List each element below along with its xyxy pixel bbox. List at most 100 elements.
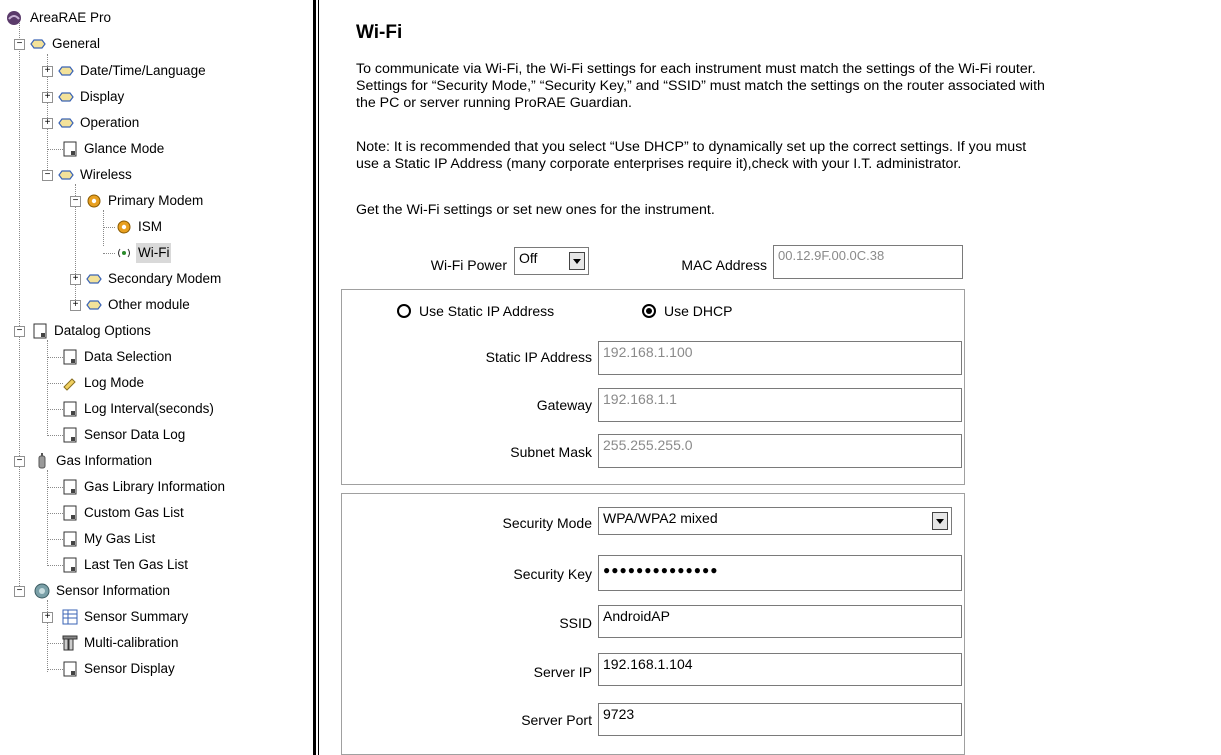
tree-item-sensor-data-log[interactable]: Sensor Data Log — [62, 425, 187, 445]
tree-item-sensor-information[interactable]: Sensor Information — [34, 581, 172, 601]
wifi-power-label: Wi-Fi Power — [430, 257, 507, 273]
document-icon — [63, 427, 77, 443]
mac-address-label: MAC Address — [681, 257, 767, 273]
gas-cylinder-icon — [38, 453, 46, 469]
tree-item-date-time-language[interactable]: Date/Time/Language — [58, 61, 208, 81]
chevron-down-icon[interactable] — [932, 512, 948, 530]
tree-label: Secondary Modem — [108, 271, 222, 286]
expander-secondary-modem[interactable]: + — [70, 274, 81, 285]
tree-label: Wi-Fi — [136, 243, 172, 263]
tree-item-my-gas-list[interactable]: My Gas List — [62, 529, 157, 549]
radio-label: Use Static IP Address — [419, 303, 555, 319]
tree-item-secondary-modem[interactable]: Secondary Modem — [86, 269, 223, 289]
tree-item-glance-mode[interactable]: Glance Mode — [62, 139, 166, 159]
static-ip-field: 192.168.1.100 — [598, 341, 962, 375]
tree-item-multi-calibration[interactable]: Multi-calibration — [62, 633, 181, 653]
text-line: Note: It is recommended that you select … — [356, 139, 1027, 155]
settings-tree: AreaRAE Pro − General + Date/Time/Langua… — [0, 0, 310, 755]
expander-operation[interactable]: + — [42, 118, 53, 129]
document-icon — [63, 661, 77, 677]
expander-sensor-summary[interactable]: + — [42, 612, 53, 623]
tree-label: Other module — [108, 297, 190, 312]
expander-wireless[interactable]: − — [42, 170, 53, 181]
radio-label: Use DHCP — [664, 303, 733, 319]
expander-datalog-options[interactable]: − — [14, 326, 25, 337]
tree-item-wifi[interactable]: Wi-Fi — [116, 243, 172, 263]
tree-item-wireless[interactable]: Wireless — [58, 165, 134, 185]
folder-icon — [86, 274, 102, 284]
tree-item-primary-modem[interactable]: Primary Modem — [86, 191, 205, 211]
tree-item-sensor-display[interactable]: Sensor Display — [62, 659, 177, 679]
tree-label: Display — [80, 89, 125, 104]
chevron-down-icon[interactable] — [569, 252, 585, 270]
tree-item-display[interactable]: Display — [58, 87, 126, 107]
mac-address-field: 00.12.9F.00.0C.38 — [773, 245, 963, 279]
document-icon — [63, 349, 77, 365]
tree-label: Data Selection — [84, 349, 172, 364]
expander-sensor-information[interactable]: − — [14, 586, 25, 597]
document-icon — [63, 479, 77, 495]
tree-item-ism[interactable]: ISM — [116, 217, 164, 237]
document-icon — [63, 557, 77, 573]
folder-icon — [58, 66, 74, 76]
text-line: Settings for “Security Mode,” “Security … — [356, 78, 1045, 94]
tree-item-other-module[interactable]: Other module — [86, 295, 192, 315]
tree-item-operation[interactable]: Operation — [58, 113, 141, 133]
gear-icon — [87, 194, 101, 208]
tree-label: Date/Time/Language — [80, 63, 206, 78]
expander-display[interactable]: + — [42, 92, 53, 103]
page-title: Wi-Fi — [356, 22, 403, 43]
expander-general[interactable]: − — [14, 39, 25, 50]
pencil-icon — [63, 378, 76, 391]
tree-item-gas-information[interactable]: Gas Information — [34, 451, 154, 471]
panel-splitter[interactable] — [313, 0, 316, 755]
tree-item-sensor-summary[interactable]: Sensor Summary — [62, 607, 190, 627]
server-ip-field[interactable]: 192.168.1.104 — [598, 653, 962, 686]
tree-item-general[interactable]: General — [30, 34, 102, 54]
use-dhcp-radio[interactable]: Use DHCP — [642, 303, 732, 319]
radio-button-selected-icon — [642, 304, 656, 318]
tree-item-data-selection[interactable]: Data Selection — [62, 347, 174, 367]
security-mode-label: Security Mode — [502, 515, 592, 531]
tree-item-custom-gas-list[interactable]: Custom Gas List — [62, 503, 186, 523]
tree-label: Last Ten Gas List — [84, 557, 189, 572]
tree-label: Custom Gas List — [84, 505, 184, 520]
document-icon — [63, 531, 77, 547]
tree-label: Primary Modem — [108, 193, 204, 208]
text-line: the PC or server running ProRAE Guardian… — [356, 95, 632, 111]
tree-item-gas-library-information[interactable]: Gas Library Information — [62, 477, 227, 497]
document-icon — [63, 141, 77, 157]
wifi-power-dropdown[interactable]: Off — [514, 247, 589, 275]
sensor-icon — [34, 583, 50, 599]
ssid-field[interactable]: AndroidAP — [598, 605, 962, 638]
tree-label: Sensor Summary — [84, 609, 189, 624]
tree-item-last-ten-gas-list[interactable]: Last Ten Gas List — [62, 555, 190, 575]
expander-date-time[interactable]: + — [42, 66, 53, 77]
tree-root[interactable]: AreaRAE Pro — [6, 8, 113, 28]
tree-label: My Gas List — [84, 531, 156, 546]
folder-icon — [86, 300, 102, 310]
folder-icon — [30, 39, 46, 49]
tree-root-label: AreaRAE Pro — [30, 10, 112, 25]
tree-label: Sensor Display — [84, 661, 175, 676]
use-static-ip-radio[interactable]: Use Static IP Address — [397, 303, 554, 319]
expander-other-module[interactable]: + — [70, 300, 81, 311]
tree-label: Gas Library Information — [84, 479, 226, 494]
expander-gas-information[interactable]: − — [14, 456, 25, 467]
text-line: To communicate via Wi-Fi, the Wi-Fi sett… — [356, 61, 1036, 77]
tree-label: General — [52, 36, 101, 51]
tree-label: Log Interval(seconds) — [84, 401, 214, 416]
tree-item-log-interval[interactable]: Log Interval(seconds) — [62, 399, 216, 419]
tree-item-datalog-options[interactable]: Datalog Options — [32, 321, 153, 341]
document-icon — [63, 505, 77, 521]
ssid-label: SSID — [559, 615, 592, 631]
tree-item-log-mode[interactable]: Log Mode — [62, 373, 146, 393]
expander-primary-modem[interactable]: − — [70, 196, 81, 207]
cylinders-icon — [62, 635, 78, 651]
security-key-field[interactable]: ●●●●●●●●●●●●●● — [598, 555, 962, 591]
server-port-label: Server Port — [521, 712, 592, 728]
security-mode-dropdown[interactable]: WPA/WPA2 mixed — [598, 507, 952, 535]
server-ip-label: Server IP — [533, 664, 592, 680]
tree-label: ISM — [138, 219, 163, 234]
server-port-field[interactable]: 9723 — [598, 703, 962, 736]
